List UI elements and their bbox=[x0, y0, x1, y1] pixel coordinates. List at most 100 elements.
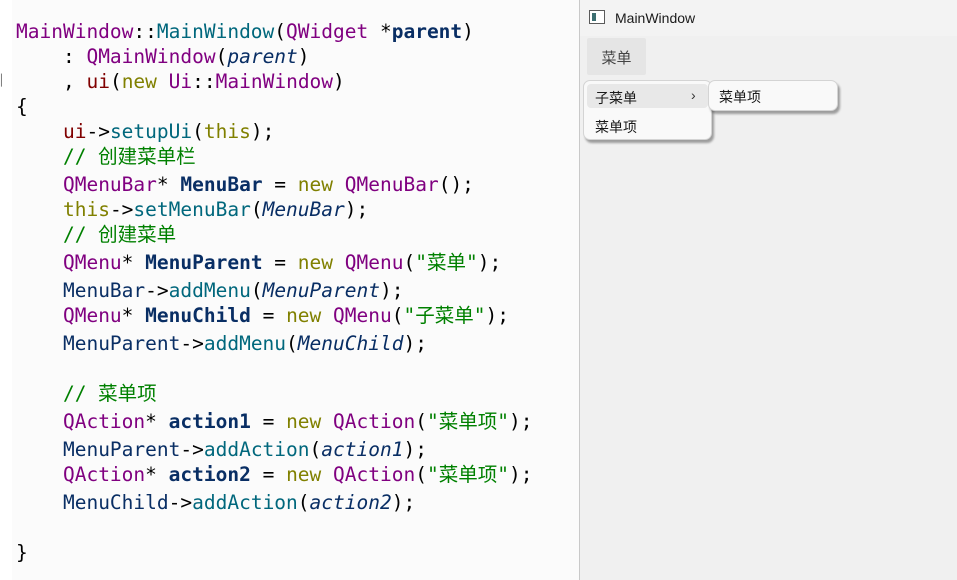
code-token: // 创建菜单 bbox=[16, 223, 177, 246]
code-token: Ui bbox=[168, 70, 193, 93]
code-token: ); bbox=[508, 410, 533, 433]
code-token: -> bbox=[145, 279, 169, 302]
code-token: new bbox=[121, 70, 157, 93]
code-token: MenuChild bbox=[62, 491, 169, 514]
code-token: addMenu bbox=[168, 279, 251, 302]
code-line: this->setMenuBar(MenuBar); bbox=[16, 198, 368, 222]
code-token: * bbox=[156, 173, 181, 196]
code-token: ( bbox=[250, 279, 263, 302]
code-line: MainWindow::MainWindow(QWidget *parent) bbox=[16, 20, 474, 44]
code-token: QAction bbox=[62, 463, 146, 486]
code-token: QMenu bbox=[344, 251, 404, 274]
code-token: setupUi bbox=[109, 120, 193, 143]
menu-item-action2[interactable]: 菜单项 bbox=[712, 83, 834, 107]
code-line: MenuParent->addMenu(MenuChild); bbox=[16, 332, 427, 356]
code-token: ui bbox=[86, 70, 110, 93]
code-token: // 菜单项 bbox=[16, 382, 157, 405]
code-token: action2 bbox=[168, 463, 251, 486]
code-token: ( bbox=[215, 45, 228, 68]
code-token: ); bbox=[391, 491, 416, 514]
code-token: ( bbox=[109, 70, 122, 93]
code-token: addMenu bbox=[203, 332, 287, 355]
code-token: ); bbox=[344, 198, 369, 221]
code-token: new bbox=[297, 173, 334, 196]
code-token: ); bbox=[403, 438, 427, 461]
code-token: QAction bbox=[333, 463, 416, 486]
window-titlebar[interactable]: MainWindow bbox=[580, 0, 957, 36]
gutter-marker: ▏ bbox=[1, 74, 8, 87]
code-token: ( bbox=[415, 463, 427, 486]
menubar: 菜单 bbox=[580, 36, 957, 76]
code-token: MenuParent bbox=[262, 279, 380, 302]
code-token: * bbox=[145, 410, 169, 433]
menubar-item-label: 菜单 bbox=[601, 50, 632, 67]
code-token: -> bbox=[109, 198, 134, 221]
code-token: = bbox=[250, 410, 287, 433]
code-token: QAction bbox=[333, 410, 416, 433]
code-token: = bbox=[262, 251, 298, 274]
code-token: MenuChild bbox=[297, 332, 404, 355]
menu-item-submenu[interactable]: 子菜单 › bbox=[587, 84, 708, 108]
code-token: ); bbox=[250, 120, 275, 143]
code-token: action1 bbox=[321, 438, 404, 461]
code-token: "子菜单" bbox=[403, 304, 486, 327]
code-token: :: bbox=[192, 70, 216, 93]
code-line: } bbox=[16, 541, 28, 565]
code-token: ); bbox=[508, 463, 533, 486]
code-token: * bbox=[368, 20, 392, 43]
app-window: MainWindow 菜单 子菜单 › 菜单项 菜单项 bbox=[579, 0, 957, 580]
code-token: = bbox=[262, 173, 298, 196]
menu-item-action1-label: 菜单项 bbox=[595, 119, 637, 135]
code-token: MenuBar bbox=[180, 173, 263, 196]
code-line: // 创建菜单栏 bbox=[16, 145, 196, 169]
code-token: ui bbox=[62, 120, 87, 143]
child-menu-popup: 菜单项 bbox=[708, 80, 838, 111]
editor-gutter: ▏ bbox=[0, 0, 12, 580]
code-token: "菜单项" bbox=[426, 463, 509, 486]
chevron-right-icon: › bbox=[691, 87, 696, 103]
menu-item-action1[interactable]: 菜单项 bbox=[587, 113, 708, 137]
code-token: setMenuBar bbox=[133, 198, 251, 221]
code-token: -> bbox=[86, 120, 110, 143]
code-token: = bbox=[250, 463, 287, 486]
code-editor[interactable]: ▏ MainWindow::MainWindow(QWidget *parent… bbox=[0, 0, 580, 580]
code-token: ( bbox=[297, 491, 310, 514]
code-line: QMenu* MenuChild = new QMenu("子菜单"); bbox=[16, 304, 509, 328]
code-token: QMenuBar bbox=[344, 173, 439, 196]
code-token: = bbox=[250, 304, 287, 327]
code-token: new bbox=[297, 251, 334, 274]
code-token: ); bbox=[485, 304, 509, 327]
code-line: : QMainWindow(parent) bbox=[16, 45, 310, 69]
code-line: // 创建菜单 bbox=[16, 223, 176, 247]
code-token: QMenu bbox=[62, 304, 122, 327]
code-token: ( bbox=[286, 332, 298, 355]
code-token: ( bbox=[309, 438, 322, 461]
code-token: parent bbox=[391, 20, 463, 43]
code-line: MenuParent->addAction(action1); bbox=[16, 438, 427, 462]
code-token: -> bbox=[180, 332, 204, 355]
code-token: addAction bbox=[192, 491, 298, 514]
menubar-item-menu[interactable]: 菜单 bbox=[587, 38, 646, 75]
code-token: { bbox=[16, 95, 28, 118]
code-line: QMenu* MenuParent = new QMenu("菜单"); bbox=[16, 251, 501, 275]
code-token: : bbox=[16, 45, 87, 68]
code-token: // 创建菜单栏 bbox=[16, 145, 196, 168]
code-line: { bbox=[16, 95, 28, 119]
code-token: } bbox=[16, 541, 28, 564]
code-token: parent bbox=[227, 45, 298, 68]
code-token: action2 bbox=[309, 491, 392, 514]
code-token: MenuBar bbox=[62, 279, 146, 302]
code-line: MenuChild->addAction(action2); bbox=[16, 491, 415, 515]
code-token: QMenu bbox=[333, 304, 392, 327]
code-token: ); bbox=[403, 332, 427, 355]
code-token: ( bbox=[391, 304, 404, 327]
code-line: QMenuBar* MenuBar = new QMenuBar(); bbox=[16, 173, 474, 197]
code-token: ( bbox=[250, 198, 263, 221]
